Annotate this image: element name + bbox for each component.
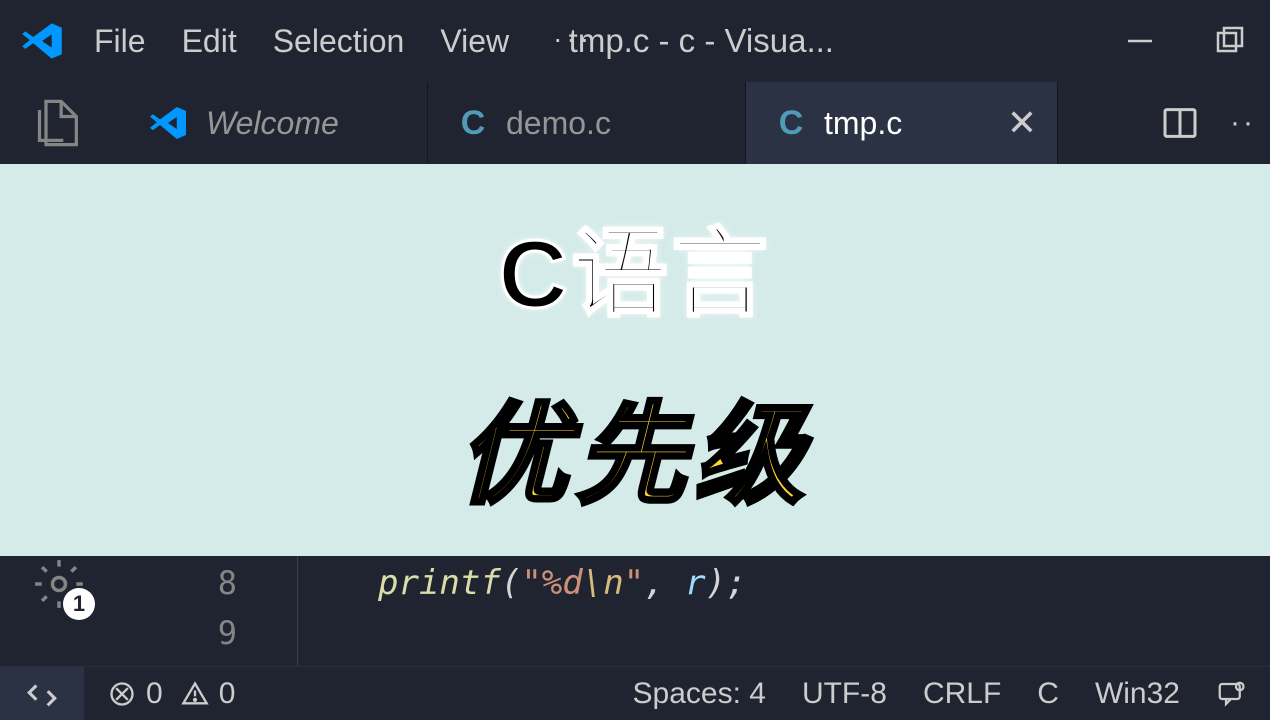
window-controls — [1116, 17, 1270, 65]
code-line-8: printf("%d\n", r); — [378, 558, 747, 608]
overlay-banner: C语言 优先级 — [0, 164, 1270, 556]
line-gutter: 8 9 — [118, 556, 298, 666]
vscode-logo-icon — [20, 19, 64, 63]
status-language[interactable]: C — [1037, 677, 1059, 711]
line-number: 8 — [118, 558, 237, 608]
editor-actions: ·· — [1160, 82, 1270, 164]
warning-count: 0 — [219, 677, 236, 711]
status-problems[interactable]: 0 0 — [108, 677, 235, 711]
line-number: 9 — [118, 608, 237, 658]
remote-indicator[interactable] — [0, 667, 84, 720]
tab-tmp-label: tmp.c — [824, 105, 902, 142]
close-icon[interactable]: ✕ — [1007, 102, 1037, 144]
more-actions-icon[interactable]: ·· — [1230, 106, 1256, 140]
status-eol[interactable]: CRLF — [923, 677, 1001, 711]
vscode-icon — [148, 103, 188, 143]
tab-welcome[interactable]: Welcome — [118, 82, 428, 164]
maximize-button[interactable] — [1206, 17, 1254, 65]
status-right: Spaces: 4 UTF-8 CRLF C Win32 — [633, 677, 1270, 711]
tab-tmp[interactable]: C tmp.c ✕ — [746, 82, 1058, 164]
activity-bottom: 1 — [0, 556, 118, 666]
editor-area: 1 8 9 printf("%d\n", r); — [0, 556, 1270, 666]
status-spaces[interactable]: Spaces: 4 — [633, 677, 766, 711]
titlebar: File Edit Selection View ··· tmp.c - c -… — [0, 0, 1270, 82]
menu-view[interactable]: View — [440, 23, 509, 60]
code-content[interactable]: printf("%d\n", r); — [298, 556, 747, 666]
c-file-icon: C — [458, 108, 488, 138]
status-encoding[interactable]: UTF-8 — [802, 677, 887, 711]
tab-demo[interactable]: C demo.c — [428, 82, 746, 164]
gear-badge: 1 — [63, 588, 95, 620]
error-count: 0 — [146, 677, 163, 711]
tab-demo-label: demo.c — [506, 105, 611, 142]
status-platform[interactable]: Win32 — [1095, 677, 1180, 711]
status-bar: 0 0 Spaces: 4 UTF-8 CRLF C Win32 — [0, 666, 1270, 720]
feedback-icon[interactable] — [1216, 679, 1246, 709]
window-title: tmp.c - c - Visua... — [569, 22, 834, 60]
tab-bar: Welcome C demo.c C tmp.c ✕ ·· — [0, 82, 1270, 164]
c-file-icon: C — [776, 108, 806, 138]
menu-edit[interactable]: Edit — [182, 23, 237, 60]
tab-welcome-label: Welcome — [206, 105, 339, 142]
split-editor-icon[interactable] — [1160, 103, 1200, 143]
settings-gear-icon[interactable]: 1 — [33, 558, 85, 610]
minimize-button[interactable] — [1116, 17, 1164, 65]
menu-bar: File Edit Selection View ··· — [94, 23, 593, 60]
menu-file[interactable]: File — [94, 23, 146, 60]
banner-title: C语言 — [498, 196, 771, 335]
activity-explorer[interactable] — [0, 82, 118, 164]
menu-selection[interactable]: Selection — [273, 23, 405, 60]
banner-subtitle: 优先级 — [458, 365, 812, 525]
